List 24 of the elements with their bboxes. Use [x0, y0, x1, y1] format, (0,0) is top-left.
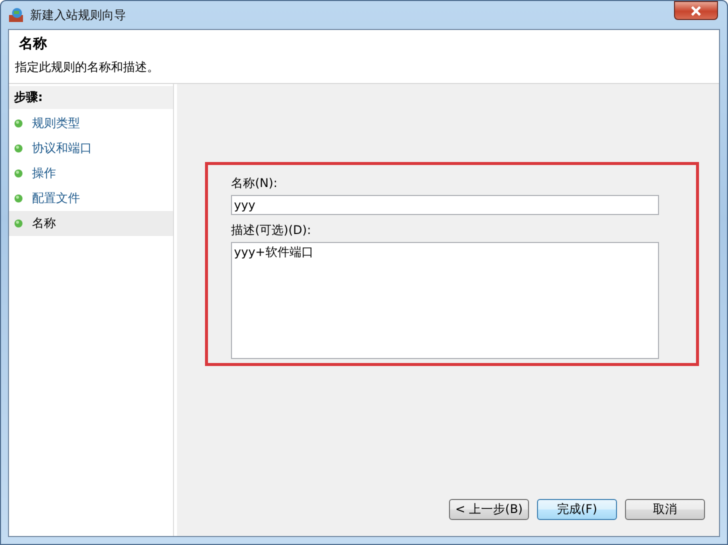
- bullet-icon: [14, 144, 23, 153]
- description-field[interactable]: yyy+软件端口: [231, 242, 659, 359]
- step-item[interactable]: 协议和端口: [9, 136, 173, 161]
- step-item[interactable]: 名称: [9, 211, 173, 236]
- bullet-icon: [14, 219, 23, 228]
- steps-heading: 步骤:: [9, 86, 173, 109]
- back-button[interactable]: < 上一步(B): [449, 499, 529, 520]
- bullet-icon: [14, 194, 23, 203]
- name-label: 名称(N):: [231, 175, 278, 192]
- page-title: 名称: [18, 35, 48, 53]
- step-item[interactable]: 操作: [9, 161, 173, 186]
- close-button[interactable]: [674, 1, 718, 20]
- firewall-icon: [8, 7, 24, 23]
- name-field[interactable]: yyy: [231, 195, 659, 215]
- bullet-icon: [14, 119, 23, 128]
- finish-button[interactable]: 完成(F): [537, 499, 617, 520]
- close-icon: [690, 6, 702, 16]
- description-label: 描述(可选)(D):: [231, 222, 312, 239]
- window-title: 新建入站规则向导: [30, 6, 126, 24]
- page-subtitle: 指定此规则的名称和描述。: [15, 59, 160, 76]
- step-item[interactable]: 规则类型: [9, 111, 173, 136]
- step-item[interactable]: 配置文件: [9, 186, 173, 211]
- cancel-button[interactable]: 取消: [625, 499, 705, 520]
- bullet-icon: [14, 169, 23, 178]
